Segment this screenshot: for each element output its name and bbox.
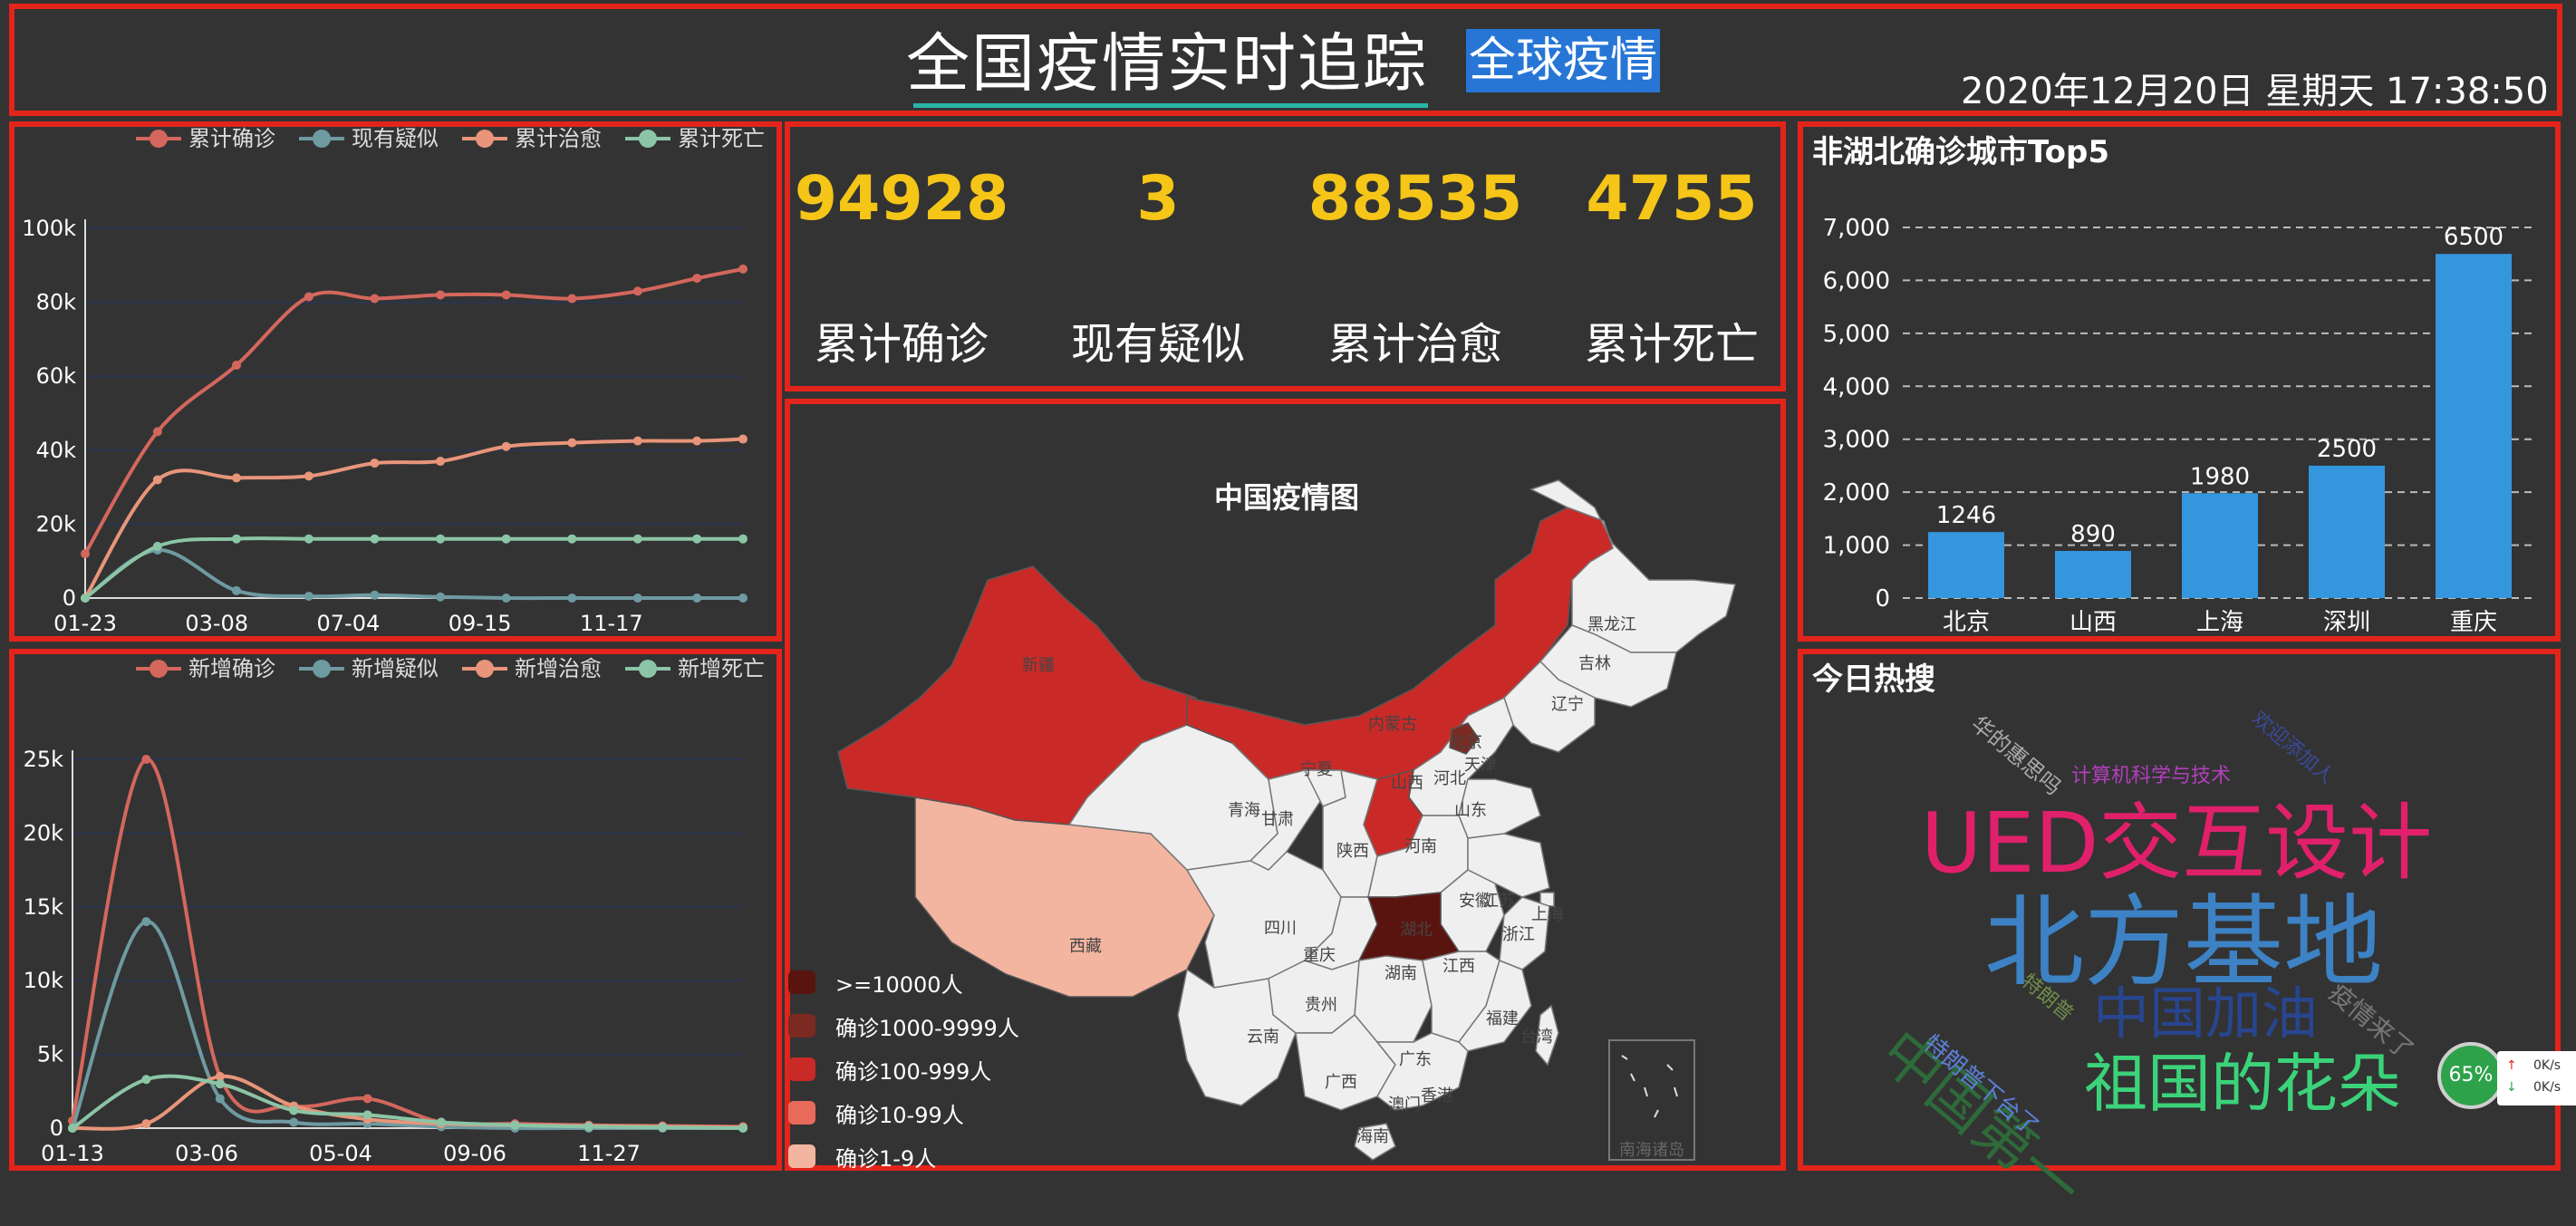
province-label: 湖北 (1400, 921, 1433, 939)
province-label: 浙江 (1502, 925, 1535, 943)
province-label: 甘肃 (1261, 810, 1294, 828)
province-label: 吉林 (1578, 654, 1611, 672)
legend-label: 确诊1-9人 (835, 1146, 937, 1172)
province-label: 西藏 (1069, 937, 1102, 955)
upload-arrow-icon: ↑ (2506, 1058, 2517, 1073)
hot-search-title: 今日热搜 (1812, 661, 1935, 698)
province-label: 广西 (1325, 1073, 1357, 1091)
province-label: 澳门 (1388, 1096, 1421, 1114)
legend-label: 确诊100-999人 (835, 1059, 992, 1085)
south-sea-islands (1621, 1055, 1678, 1118)
province-label: 贵州 (1305, 996, 1337, 1014)
province-label: 重庆 (1303, 946, 1336, 964)
province-label: 云南 (1247, 1028, 1279, 1046)
inset-label: 南海诸岛 (1619, 1141, 1684, 1160)
province-label: 四川 (1264, 919, 1297, 937)
legend-swatch (788, 970, 815, 994)
province-label: 上海 (1531, 905, 1564, 923)
map-title: 中国疫情图 (1214, 480, 1359, 515)
province-label: 山西 (1391, 774, 1423, 792)
province-label: 陕西 (1336, 842, 1369, 860)
province-label: 江西 (1442, 957, 1475, 975)
legend-label: 确诊1000-9999人 (835, 1016, 1019, 1041)
network-speed-widget: ↑ 0K/s ↓ 0K/s (2497, 1051, 2576, 1105)
province-label: 新疆 (1022, 656, 1055, 674)
province-label: 广东 (1399, 1050, 1432, 1068)
province-label: 福建 (1486, 1009, 1519, 1028)
province-label: 安徽 (1459, 892, 1491, 910)
download-arrow-icon: ↓ (2506, 1080, 2517, 1095)
province-label: 香港 (1421, 1086, 1453, 1105)
upload-speed: 0K/s (2533, 1058, 2562, 1073)
legend-swatch (788, 1057, 815, 1081)
download-speed: 0K/s (2533, 1080, 2562, 1095)
hot-word[interactable]: 祖国的花朵 (2084, 1033, 2401, 1125)
province-label: 黑龙江 (1587, 615, 1636, 633)
province-label: 内蒙古 (1368, 715, 1417, 733)
legend-swatch (788, 1014, 815, 1038)
province-label: 宁夏 (1300, 760, 1333, 778)
province-label: 台湾 (1520, 1028, 1553, 1046)
province-label: 天津 (1464, 756, 1497, 774)
legend-swatch (788, 1101, 815, 1125)
legend-label: 确诊10-99人 (835, 1103, 964, 1128)
province-label: 辽宁 (1551, 695, 1584, 713)
province-label: 青海 (1228, 801, 1260, 819)
legend-swatch (788, 1144, 815, 1168)
province-label: 河北 (1433, 769, 1466, 787)
province-label: 山东 (1454, 801, 1487, 819)
province-label: 河南 (1404, 837, 1437, 855)
hot-word[interactable]: 计算机科学与技术 (2071, 759, 2231, 788)
province-label: 湖南 (1384, 964, 1417, 982)
province-label: 海南 (1356, 1127, 1389, 1145)
memory-gauge[interactable]: 65% (2437, 1042, 2504, 1109)
province-label: 北京 (1450, 733, 1482, 751)
legend-label: >=10000人 (835, 972, 963, 998)
